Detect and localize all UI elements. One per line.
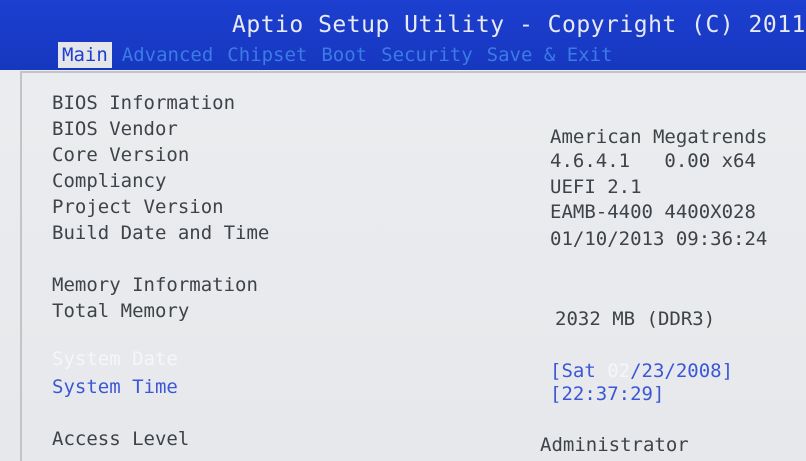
bios-vendor-value: American Megatrends (550, 126, 768, 148)
system-time-label[interactable]: System Time (52, 376, 178, 398)
tab-security[interactable]: Security (377, 42, 477, 68)
tab-advanced[interactable]: Advanced (118, 42, 218, 68)
access-level-label: Access Level (52, 428, 190, 450)
header-bar: Aptio Setup Utility - Copyright (C) 2011… (0, 0, 806, 70)
total-memory-value: 2032 MB (DDR3) (555, 308, 716, 330)
access-level-value: Administrator (540, 434, 689, 456)
date-rest: /23/2008] (630, 360, 734, 382)
time-prefix: [22: (550, 383, 596, 405)
total-memory-label: Total Memory (52, 300, 190, 322)
project-version-label: Project Version (52, 196, 224, 218)
memory-info-heading: Memory Information (52, 274, 258, 296)
tab-main[interactable]: Main (58, 42, 112, 68)
date-prefix: [Sat (550, 360, 608, 382)
tab-boot[interactable]: Boot (317, 42, 371, 68)
title-text: Aptio Setup Utility - Copyright (C) 2011… (232, 12, 806, 38)
bios-screen: Aptio Setup Utility - Copyright (C) 2011… (0, 0, 806, 461)
core-version-label: Core Version (52, 144, 190, 166)
bios-vendor-label: BIOS Vendor (52, 118, 178, 140)
time-rest: :29] (618, 383, 665, 405)
compliancy-value: UEFI 2.1 (550, 176, 642, 198)
system-date-value[interactable]: [Sat 02/23/2008] (550, 360, 733, 382)
project-version-value: EAMB-4400 4400X028 (550, 201, 756, 223)
time-minutes-field[interactable]: 37 (596, 383, 619, 405)
tab-save-exit[interactable]: Save & Exit (483, 42, 617, 68)
core-version-value: 4.6.4.1 0.00 x64 (550, 150, 756, 172)
tab-chipset[interactable]: Chipset (223, 42, 311, 68)
bios-info-heading: BIOS Information (52, 92, 236, 114)
compliancy-label: Compliancy (52, 170, 167, 192)
tab-bar: Main Advanced Chipset Boot Security Save & Ex… (58, 42, 622, 68)
system-date-label[interactable]: System Date (52, 348, 178, 370)
date-month-field[interactable]: 02 (607, 360, 630, 382)
build-date-label: Build Date and Time (52, 222, 270, 244)
build-date-value: 01/10/2013 09:36:24 (550, 228, 768, 250)
system-time-value[interactable]: [22:37:29] (550, 383, 664, 405)
